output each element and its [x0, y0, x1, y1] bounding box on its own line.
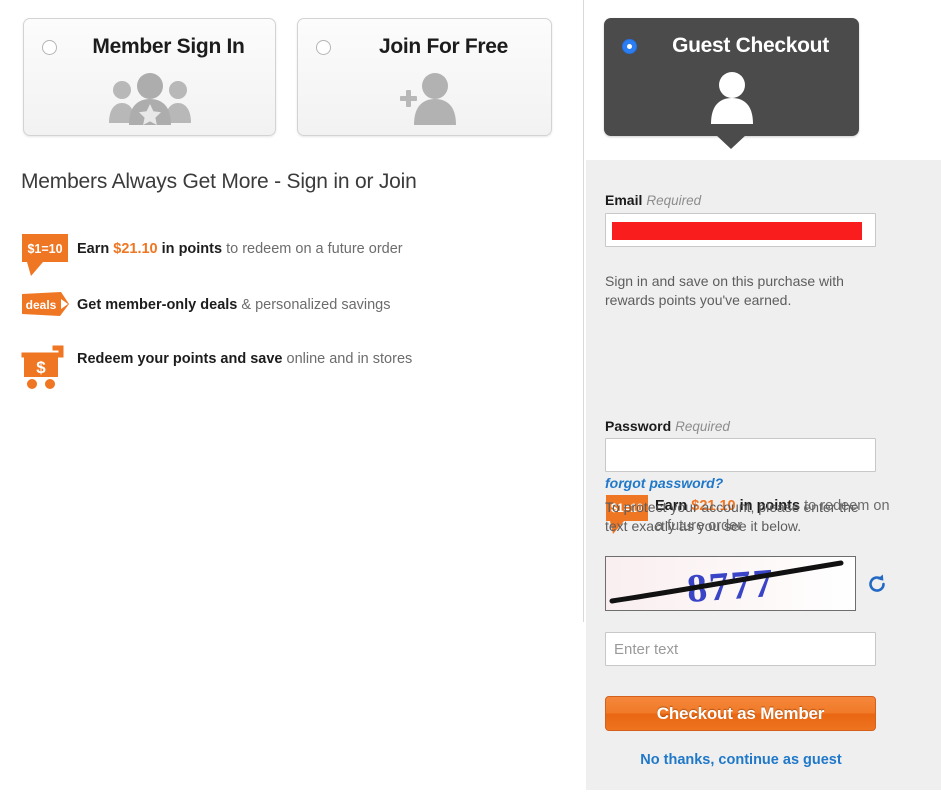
email-label-text: Email: [605, 192, 643, 208]
benefit-amount: $21.10: [113, 241, 158, 257]
column-divider: [583, 0, 584, 622]
password-required-tag: Required: [675, 419, 730, 434]
radio-member-sign-in[interactable]: [42, 40, 57, 55]
shopping-cart-dollar-icon: $: [21, 343, 77, 389]
tab-join-for-free[interactable]: Join For Free: [297, 18, 552, 136]
benefit-rest: online and in stores: [282, 351, 413, 367]
tab-guest-checkout-label: Guest Checkout: [672, 34, 829, 57]
captcha-image: 8777: [605, 556, 856, 611]
radio-guest-checkout[interactable]: [622, 39, 637, 54]
benefit-rest: & personalized savings: [237, 297, 391, 313]
points-ratio-tag-icon: $1=10: [21, 233, 77, 277]
benefit-rest: to redeem on a future order: [222, 241, 403, 257]
tab-guest-checkout[interactable]: Guest Checkout: [604, 18, 859, 136]
account-option-tabs: Member Sign In Join For Free Guest Check…: [0, 0, 941, 160]
password-label: Password Required: [605, 418, 730, 434]
continue-as-guest-link[interactable]: No thanks, continue as guest: [586, 752, 896, 768]
svg-text:$1=10: $1=10: [27, 242, 62, 256]
tab-join-for-free-label: Join For Free: [378, 35, 509, 58]
deals-tag-icon: deals: [21, 289, 77, 321]
forgot-password-link[interactable]: forgot password?: [605, 475, 723, 491]
refresh-icon[interactable]: [866, 573, 888, 595]
email-required-tag: Required: [646, 193, 702, 208]
svg-text:$: $: [36, 358, 46, 377]
svg-text:deals: deals: [26, 298, 57, 312]
password-input[interactable]: [605, 438, 876, 472]
radio-join-for-free[interactable]: [316, 40, 331, 55]
member-benefits-section: Members Always Get More - Sign in or Joi…: [0, 160, 583, 809]
benefit-bold-tail: in points: [157, 241, 223, 257]
members-group-icon: [24, 71, 275, 127]
benefit-pre: Earn: [77, 241, 114, 257]
email-redaction-bar: [612, 222, 862, 240]
guest-person-icon: [604, 70, 859, 126]
benefit-row: deals Get member-only deals & personaliz…: [21, 289, 391, 321]
benefit-row: $1=10 Earn $21.10 in points to redeem on…: [21, 233, 403, 277]
benefit-row: $ Redeem your points and save online and…: [21, 343, 412, 389]
benefit-text: Earn $21.10 in points to redeem on a fut…: [77, 233, 403, 259]
captcha-instructions: To protect your account, please enter th…: [605, 499, 859, 534]
page-title: Members Always Get More - Sign in or Joi…: [21, 170, 417, 193]
member-signin-panel: Email Required Sign in and save on this p…: [586, 160, 941, 790]
tab-member-sign-in-label: Member Sign In: [92, 35, 245, 58]
signin-note: Sign in and save on this purchase with r…: [605, 273, 844, 308]
email-label: Email Required: [605, 192, 701, 208]
tab-pointer-arrow: [715, 134, 747, 149]
checkout-as-member-button[interactable]: Checkout as Member: [605, 696, 876, 731]
captcha-input[interactable]: [605, 632, 876, 666]
benefit-bold-tail: Redeem your points and save: [77, 351, 283, 367]
password-label-text: Password: [605, 418, 672, 434]
benefit-text: Get member-only deals & personalized sav…: [77, 289, 391, 315]
benefit-bold-tail: Get member-only deals: [77, 297, 238, 313]
tab-member-sign-in[interactable]: Member Sign In: [23, 18, 276, 136]
add-person-icon: [298, 71, 551, 127]
benefit-text: Redeem your points and save online and i…: [77, 343, 412, 369]
